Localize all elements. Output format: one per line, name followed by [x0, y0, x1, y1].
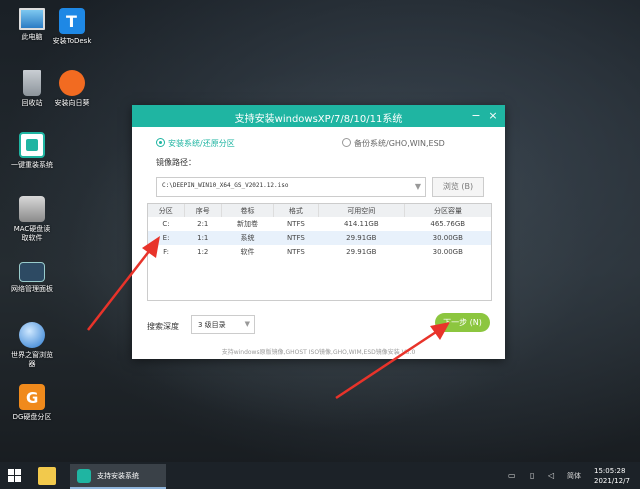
image-path-value: C:\DEEPIN_WIN10_X64_GS_V2021.12.iso	[162, 182, 289, 189]
installer-window: 支持安装windowsXP/7/8/10/11系统 − × 安装系统/还原分区 …	[132, 105, 505, 359]
table-cell: E:	[148, 231, 185, 245]
desktop-icon-label: MAC硬盘读 取软件	[13, 225, 51, 242]
table-row-selected[interactable]: E: 1:1 系统 NTFS 29.91GB 30.00GB	[148, 231, 491, 245]
column-header[interactable]: 可用空间	[318, 204, 406, 217]
apple-icon	[19, 196, 45, 222]
table-row[interactable]: C: 2:1 新加卷 NTFS 414.11GB 465.76GB	[148, 217, 491, 231]
clock-date[interactable]: 2021/12/7	[594, 477, 630, 485]
desktop-icon-browser[interactable]: 世界之窗浏览 器	[2, 322, 62, 369]
column-header[interactable]: 卷标	[221, 204, 275, 217]
network-monitor-icon	[19, 262, 45, 282]
minimize-button[interactable]: −	[469, 109, 483, 123]
table-cell: 465.76GB	[430, 220, 466, 228]
volume-icon[interactable]: ◁	[548, 471, 554, 480]
table-cell: 30.00GB	[404, 231, 491, 245]
phone-icon[interactable]: ▯	[530, 471, 534, 480]
search-depth-value: 3 级目录	[198, 321, 226, 329]
desktop-icon-label: DG硬盘分区	[12, 413, 52, 421]
file-explorer-icon[interactable]	[38, 467, 56, 485]
table-cell: F:	[163, 248, 169, 256]
sunflower-icon	[59, 70, 85, 96]
desktop-icon-reinstall[interactable]: 一键重装系统	[2, 132, 62, 170]
network-icon[interactable]: ▭	[508, 471, 516, 480]
desktop-icon-label: 安装向日葵	[54, 99, 90, 107]
mode-backup-label: 备份系统/GHO,WIN,ESD	[354, 139, 445, 148]
desktop-icon-label: 网络管理面板	[11, 285, 53, 293]
table-row[interactable]: F: 1:2 软件 NTFS 29.91GB 30.00GB	[148, 245, 491, 259]
svg-text:T: T	[66, 12, 77, 31]
taskbar-app-label: 支持安装系统	[97, 472, 139, 480]
desktop-icon-label: 一键重装系统	[11, 161, 53, 169]
next-button[interactable]: 下一步 (N)	[435, 313, 490, 332]
table-cell: 新加卷	[237, 220, 259, 228]
globe-icon	[19, 322, 45, 348]
table-header: 分区 序号 卷标 格式 可用空间 分区容量	[148, 204, 491, 217]
image-path-label: 镜像路径：	[156, 158, 196, 167]
reinstall-icon	[19, 132, 45, 158]
table-cell: 30.00GB	[432, 248, 463, 256]
desktop-icon-mac-reader[interactable]: MAC硬盘读 取软件	[2, 196, 62, 243]
desktop-icon-label: 世界之窗浏览 器	[11, 351, 53, 368]
table-cell: 414.11GB	[343, 220, 379, 228]
close-button[interactable]: ×	[486, 109, 500, 123]
table-cell: 2:1	[197, 220, 209, 228]
desktop-icon-network[interactable]: 网络管理面板	[2, 262, 62, 294]
todesk-icon: T	[59, 8, 85, 34]
column-header[interactable]: 分区	[148, 204, 185, 217]
mode-install-radio[interactable]: 安装系统/还原分区	[156, 138, 235, 149]
image-path-select[interactable]: C:\DEEPIN_WIN10_X64_GS_V2021.12.iso ▼	[156, 177, 426, 197]
footer-note: 支持windows原版镜像,GHOST ISO镜像,GHO,WIM,ESD镜像安…	[221, 349, 416, 356]
svg-text:G: G	[26, 389, 38, 407]
search-depth-select[interactable]: 3 级目录 ▼	[191, 315, 255, 334]
window-title: 支持安装windowsXP/7/8/10/11系统	[234, 114, 403, 125]
installer-app-icon	[77, 469, 91, 483]
title-bar[interactable]: 支持安装windowsXP/7/8/10/11系统 − ×	[132, 105, 505, 127]
browse-button[interactable]: 浏览 (B)	[432, 177, 484, 197]
mode-install-label: 安装系统/还原分区	[168, 139, 235, 148]
chevron-down-icon[interactable]: ▼	[415, 182, 421, 191]
clock-time[interactable]: 15:05:28	[594, 467, 625, 475]
desktop-icon-sunlogin[interactable]: 安装向日葵	[42, 70, 102, 108]
desktop-icon-diskgenius[interactable]: G DG硬盘分区	[2, 384, 62, 422]
table-cell: NTFS	[286, 248, 305, 256]
table-cell: 软件	[240, 248, 255, 256]
search-depth-label: 搜索深度	[147, 322, 179, 331]
table-cell: 1:2	[197, 248, 209, 256]
diskgenius-icon: G	[19, 384, 45, 410]
mode-backup-radio[interactable]: 备份系统/GHO,WIN,ESD	[342, 138, 445, 149]
taskbar-app-installer[interactable]: 支持安装系统	[70, 464, 166, 489]
input-language[interactable]: 简体	[567, 471, 581, 481]
desktop-icon-label: 安装ToDesk	[52, 37, 92, 45]
table-cell: NTFS	[273, 231, 319, 245]
radio-checked-icon	[156, 138, 165, 147]
taskbar: 支持安装系统 ▭ ▯ ◁ 简体 15:05:28 2021/12/7	[0, 462, 640, 489]
table-cell: C:	[162, 220, 170, 228]
recycle-bin-icon	[23, 70, 41, 96]
table-cell: 1:1	[184, 231, 222, 245]
table-cell: 29.91GB	[346, 248, 377, 256]
partition-table: 分区 序号 卷标 格式 可用空间 分区容量 C: 2:1 新加卷 NTFS 41…	[147, 203, 492, 301]
table-cell: NTFS	[286, 220, 305, 228]
column-header[interactable]: 分区容量	[404, 204, 491, 217]
column-header[interactable]: 序号	[184, 204, 222, 217]
table-cell: 系统	[221, 231, 274, 245]
desktop-icon-todesk[interactable]: T 安装ToDesk	[42, 8, 102, 46]
table-cell: 29.91GB	[318, 231, 405, 245]
windows-start-icon[interactable]	[8, 469, 21, 482]
chevron-down-icon[interactable]: ▼	[245, 320, 250, 328]
column-header[interactable]: 格式	[273, 204, 319, 217]
radio-unchecked-icon	[342, 138, 351, 147]
